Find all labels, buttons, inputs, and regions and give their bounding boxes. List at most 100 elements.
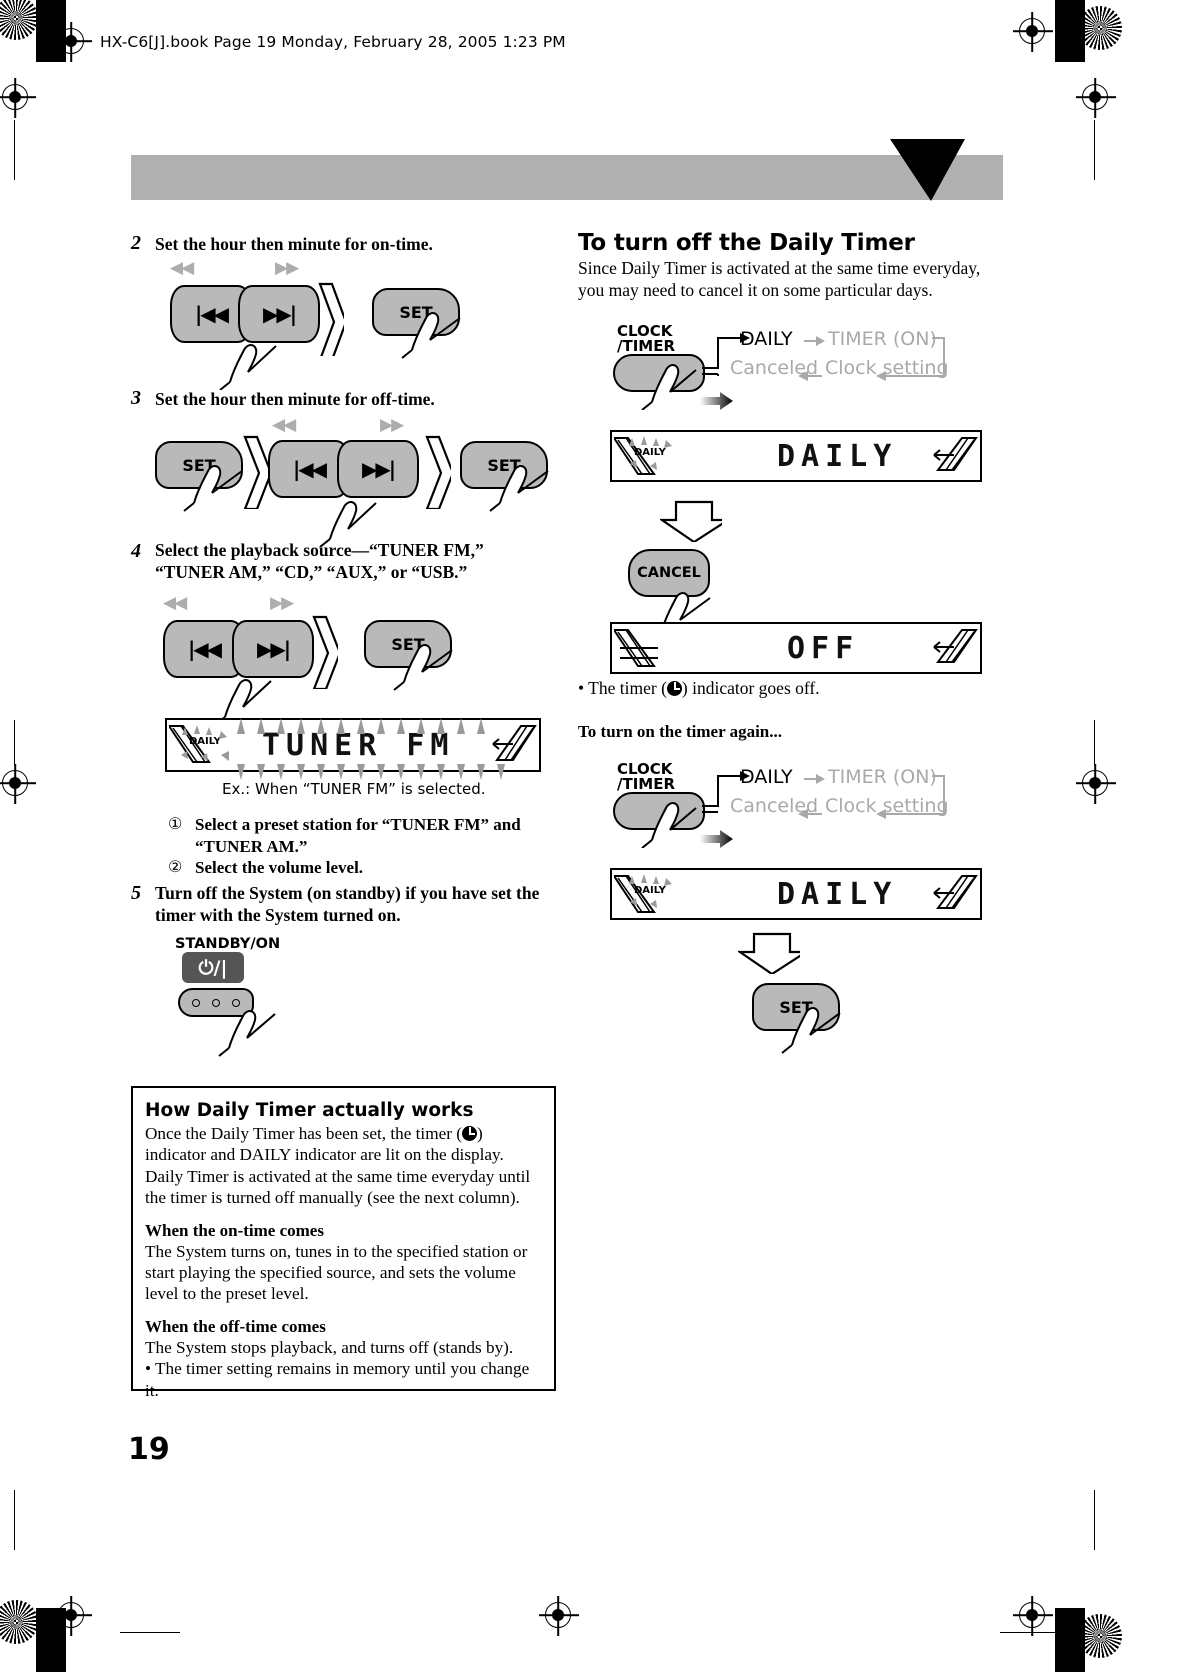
flow1-timer-on-label: TIMER (ON) — [828, 328, 937, 350]
registration-mark-bottom-right — [1019, 1602, 1045, 1628]
crop-mark-left-mid2 — [14, 720, 16, 765]
ghost-rewind-arrows-step4: ◀◀ — [163, 593, 187, 613]
ghost-rewind-arrows-step2: ◀◀ — [170, 258, 194, 278]
timer-off-note-part1: • The timer ( — [578, 678, 667, 698]
pointing-hand-step3-skip — [319, 501, 377, 547]
page-number: 19 — [128, 1432, 170, 1467]
registration-mark-left-center — [2, 770, 28, 796]
crop-mark-right-upper — [1094, 120, 1096, 180]
right-column-intro: Since Daily Timer is activated at the sa… — [578, 258, 981, 300]
print-bar-bottom-right — [1055, 1608, 1085, 1672]
skip-forward-icon-step3: ▶▶| — [361, 457, 396, 481]
print-bar-top-right — [1055, 0, 1085, 62]
lcd-top-ticks-step4 — [237, 718, 485, 734]
cancel-button-label: CANCEL — [637, 565, 701, 581]
flow2-daily-label: DAILY — [740, 766, 793, 788]
press-indicator-arrow-2 — [700, 830, 733, 848]
flow1-canceled-label: Canceled — [730, 357, 819, 379]
turn-on-again-heading: To turn on the timer again... — [578, 722, 783, 741]
corner-burst-top-left — [0, 0, 38, 40]
substep-1-text: Select a preset station for “TUNER FM” a… — [195, 815, 521, 856]
lcd-display-daily-1: DAILY DAILY — [610, 430, 982, 482]
power-icon: ⏻/| — [198, 956, 228, 979]
lcd-right-hatch-1 — [933, 437, 978, 471]
flow-chevron-step2 — [318, 282, 344, 356]
step-5-number: 5 — [131, 882, 141, 904]
pointing-hand-step2-skip — [219, 344, 277, 390]
timer-indicator-icon — [461, 1126, 477, 1141]
lcd-right-hatch-3 — [933, 875, 978, 909]
info-box-section-2-heading: When the off-time comes — [145, 1316, 326, 1336]
lcd-left-hatch-2 — [614, 629, 658, 667]
info-box-intro-part1: Once the Daily Timer has been set, the t… — [145, 1124, 462, 1143]
flow2-clock-setting-label: Clock setting — [825, 795, 949, 817]
down-arrow-to-set — [738, 932, 800, 974]
press-indicator-arrow-1 — [700, 392, 733, 410]
flow1-clock-setting-label: Clock setting — [825, 357, 949, 379]
pointing-hand-step2-set — [401, 312, 461, 359]
step-3-text: Set the hour then minute for off-time. — [155, 389, 435, 409]
pointing-hand-step3-set1 — [183, 465, 243, 512]
info-box-section-2-bullet: • The timer setting remains in memory un… — [145, 1359, 530, 1400]
registration-mark-right-center — [1082, 770, 1108, 796]
info-box: How Daily Timer actually works Once the … — [131, 1086, 556, 1400]
pointing-hand-set-final — [781, 1007, 841, 1054]
pointing-hand-step3-set2 — [489, 465, 549, 512]
lcd-right-hatch-2 — [933, 629, 978, 663]
flow1-daily-label: DAILY — [740, 328, 793, 350]
ghost-forward-arrows-step3: ▶▶ — [380, 415, 404, 435]
info-box-section-1-heading: When the on-time comes — [145, 1220, 324, 1240]
lcd-display-off: OFF — [610, 622, 982, 674]
pad-dot-1 — [192, 998, 200, 1007]
standby-on-label: STANDBY/ON — [175, 936, 281, 952]
registration-mark-bottom-left — [58, 1602, 84, 1628]
lcd-display-step4: DAILY TUNER FM — [165, 718, 541, 780]
step-4-text: Select the playback source—“TUNER FM,” “… — [155, 540, 484, 582]
step4-display-caption: Ex.: When “TUNER FM” is selected. — [222, 780, 486, 798]
substep-2-text: Select the volume level. — [195, 858, 364, 877]
step-2-text: Set the hour then minute for on-time. — [155, 234, 433, 254]
pointing-hand-step4-set — [393, 644, 453, 691]
info-box-section-1-body: The System turns on, tunes in to the spe… — [145, 1241, 528, 1304]
registration-mark-right-mid — [1082, 84, 1108, 110]
registration-mark-top-left — [58, 28, 84, 54]
crop-mark-left-lower — [14, 1490, 16, 1550]
info-box-intro: Once the Daily Timer has been set, the t… — [145, 1123, 542, 1209]
right-column-heading: To turn off the Daily Timer — [578, 230, 915, 256]
crop-mark-right-lower — [1094, 1490, 1096, 1550]
lcd-burst-2 — [629, 874, 672, 908]
skip-back-icon: |◀◀ — [194, 302, 229, 326]
registration-mark-top-right — [1019, 18, 1045, 44]
header-banner-black-wedge — [890, 139, 965, 201]
skip-forward-icon: ▶▶| — [262, 302, 297, 326]
step-4-number: 4 — [131, 540, 141, 562]
corner-burst-bottom-left — [0, 1600, 38, 1644]
timer-indicator-icon-2 — [666, 681, 682, 696]
info-box-title: How Daily Timer actually works — [145, 1100, 474, 1121]
flow-chevron-step4 — [312, 615, 338, 689]
skip-forward-icon-step4: ▶▶| — [256, 637, 291, 661]
registration-mark-bottom-center-left — [545, 1602, 571, 1628]
clock-timer-label2-line2: /TIMER — [617, 775, 676, 793]
flow2-canceled-label: Canceled — [730, 795, 819, 817]
lcd-value-daily-2: DAILY — [777, 877, 898, 912]
crop-mark-right-mid2 — [1094, 720, 1096, 765]
lcd-display-daily-2: DAILY DAILY — [610, 868, 982, 920]
substep-1-marker: ① — [168, 816, 183, 833]
step-2-number: 2 — [131, 232, 141, 254]
substep-2-marker: ② — [168, 859, 183, 876]
step-5-text: Turn off the System (on standby) if you … — [155, 883, 540, 925]
lcd-right-hatch-step4 — [492, 725, 537, 761]
ghost-forward-arrows-step2: ▶▶ — [275, 258, 299, 278]
flow-chevron-step3-a — [243, 435, 269, 509]
ghost-rewind-arrows-step3: ◀◀ — [272, 415, 296, 435]
flow2-arrow-daily-to-timer — [804, 774, 825, 784]
crop-mark-left-upper — [14, 120, 16, 180]
skip-back-icon-step3: |◀◀ — [292, 457, 327, 481]
lcd-value-off: OFF — [787, 631, 860, 666]
timer-off-note: • The timer () indicator goes off. — [578, 678, 993, 700]
standby-on-button[interactable]: ⏻/| — [182, 952, 244, 983]
down-arrow-to-cancel — [660, 500, 722, 542]
registration-mark-left-mid — [2, 84, 28, 110]
crop-mark-bottom-center2 — [1000, 1632, 1060, 1634]
